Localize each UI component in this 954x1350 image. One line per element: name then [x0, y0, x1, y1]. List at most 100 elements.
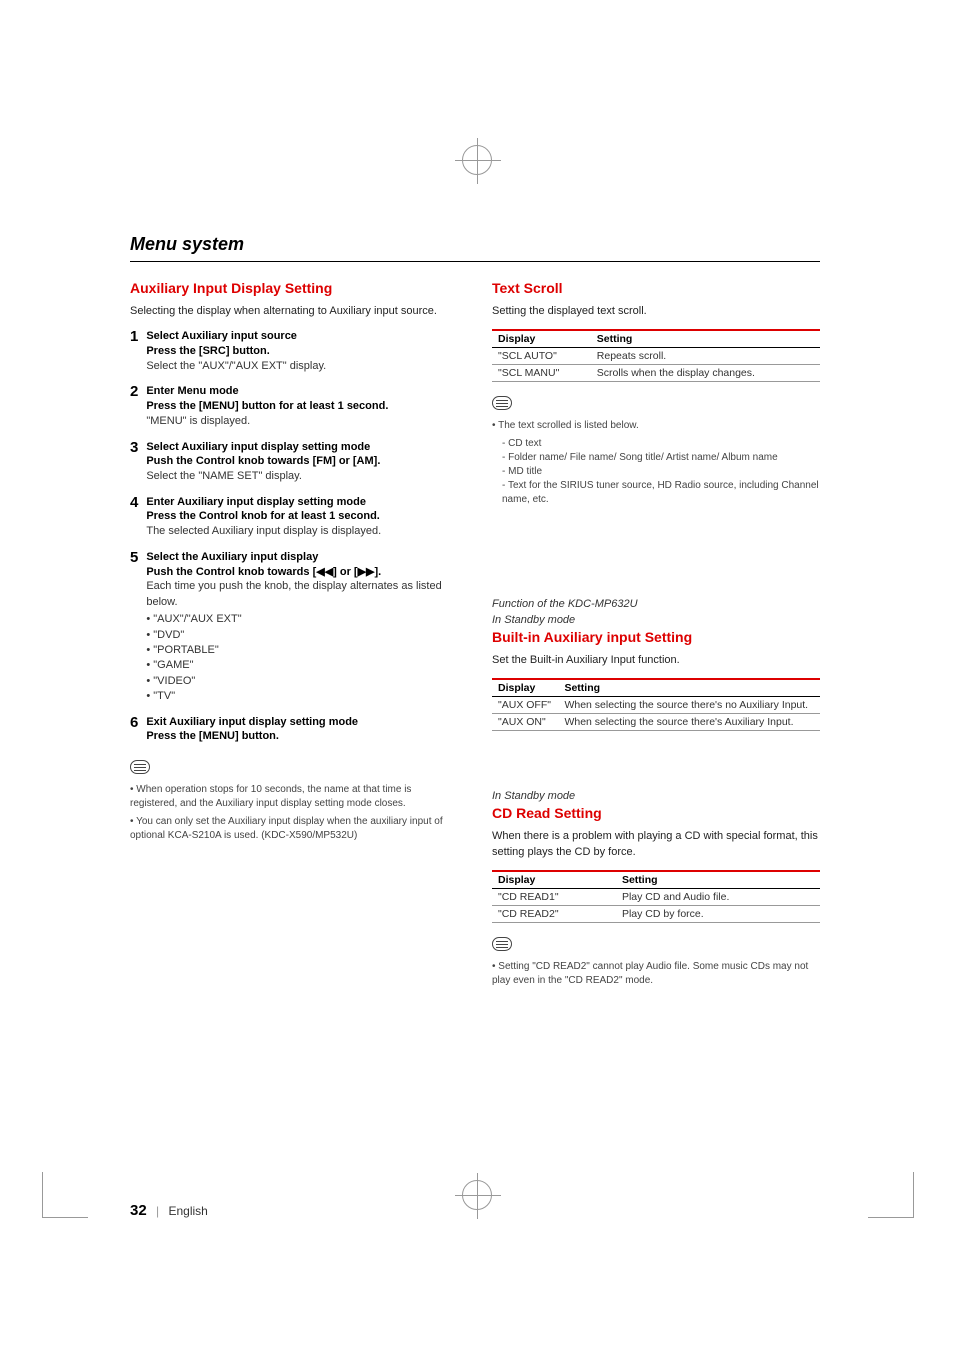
step-number: 5 [130, 550, 138, 705]
step-head: Enter Auxiliary input display setting mo… [146, 495, 458, 510]
page-footer: 32 | English [130, 1202, 208, 1219]
cell-setting: Scrolls when the display changes. [591, 365, 820, 382]
section-lead: Setting the displayed text scroll. [492, 304, 820, 319]
section-context: In Standby mode [492, 613, 820, 628]
step-head: Enter Menu mode [146, 384, 458, 399]
step-sub: Press the Control knob for at least 1 se… [146, 509, 458, 524]
step-sub: Press the [MENU] button. [146, 729, 458, 744]
note-icon [130, 760, 150, 774]
step-number: 6 [130, 715, 138, 745]
th-display: Display [492, 330, 591, 348]
section-context: In Standby mode [492, 789, 820, 804]
section-lead: Set the Built-in Auxiliary Input functio… [492, 653, 820, 668]
step-text: Select the "NAME SET" display. [146, 469, 458, 484]
step-5: 5 Select the Auxiliary input display Pus… [130, 550, 458, 705]
step-3: 3 Select Auxiliary input display setting… [130, 440, 458, 485]
cell-setting: When selecting the source there's no Aux… [558, 697, 820, 714]
step-head: Select Auxiliary input display setting m… [146, 440, 458, 455]
crop-corner-bl [42, 1172, 88, 1218]
step-number: 2 [130, 384, 138, 429]
step-text: Each time you push the knob, the display… [146, 579, 458, 610]
note-item: Setting "CD READ2" cannot play Audio fil… [492, 960, 820, 988]
section-lead: When there is a problem with playing a C… [492, 829, 820, 860]
step-6: 6 Exit Auxiliary input display setting m… [130, 715, 458, 745]
bullet-item: "DVD" [146, 628, 458, 643]
builtin-aux-table: Display Setting "AUX OFF" When selecting… [492, 678, 820, 731]
note-item: You can only set the Auxiliary input dis… [130, 815, 458, 843]
cell-setting: Play CD and Audio file. [616, 889, 820, 906]
cd-read-table: Display Setting "CD READ1" Play CD and A… [492, 870, 820, 923]
step-text: Select the "AUX"/"AUX EXT" display. [146, 359, 458, 374]
step-sub: Push the Control knob towards [FM] or [A… [146, 454, 458, 469]
section-title-builtin-aux: Built-in Auxiliary input Setting [492, 629, 820, 645]
cell-setting: Repeats scroll. [591, 348, 820, 365]
step-head: Select the Auxiliary input display [146, 550, 458, 565]
step-4: 4 Enter Auxiliary input display setting … [130, 495, 458, 540]
step-number: 3 [130, 440, 138, 485]
table-row: "AUX ON" When selecting the source there… [492, 714, 820, 731]
th-setting: Setting [616, 871, 820, 889]
step-text: The selected Auxiliary input display is … [146, 524, 458, 539]
step-number: 1 [130, 329, 138, 374]
note-subitem: Text for the SIRIUS tuner source, HD Rad… [492, 479, 820, 507]
footer-separator: | [156, 1204, 159, 1218]
step-number: 4 [130, 495, 138, 540]
step-head: Exit Auxiliary input display setting mod… [146, 715, 458, 730]
table-row: "CD READ2" Play CD by force. [492, 906, 820, 923]
note-subitem: Folder name/ File name/ Song title/ Arti… [492, 451, 820, 465]
table-row: "SCL MANU" Scrolls when the display chan… [492, 365, 820, 382]
table-row: "SCL AUTO" Repeats scroll. [492, 348, 820, 365]
page-rule [130, 261, 820, 262]
cell-display: "CD READ2" [492, 906, 616, 923]
th-setting: Setting [591, 330, 820, 348]
section-title-text-scroll: Text Scroll [492, 280, 820, 296]
step-bullets: "AUX"/"AUX EXT" "DVD" "PORTABLE" "GAME" … [146, 612, 458, 704]
text-scroll-table: Display Setting "SCL AUTO" Repeats scrol… [492, 329, 820, 382]
note-subitem: CD text [492, 437, 820, 451]
section-title-cd-read: CD Read Setting [492, 805, 820, 821]
cell-setting: When selecting the source there's Auxili… [558, 714, 820, 731]
cell-display: "CD READ1" [492, 889, 616, 906]
note-block: When operation stops for 10 seconds, the… [130, 783, 458, 843]
table-row: "CD READ1" Play CD and Audio file. [492, 889, 820, 906]
bullet-item: "VIDEO" [146, 674, 458, 689]
registration-mark-top [462, 145, 492, 175]
left-column: Auxiliary Input Display Setting Selectin… [130, 280, 458, 992]
bullet-item: "GAME" [146, 658, 458, 673]
th-display: Display [492, 871, 616, 889]
cell-display: "SCL AUTO" [492, 348, 591, 365]
note-icon [492, 937, 512, 951]
note-subitem: MD title [492, 465, 820, 479]
page-number: 32 [130, 1202, 147, 1219]
section-context: Function of the KDC-MP632U [492, 597, 820, 612]
note-block: The text scrolled is listed below. CD te… [492, 419, 820, 507]
cell-display: "AUX ON" [492, 714, 558, 731]
registration-mark-bottom [462, 1180, 492, 1210]
page-title: Menu system [130, 234, 820, 255]
right-column: Text Scroll Setting the displayed text s… [492, 280, 820, 992]
section-title-aux-display: Auxiliary Input Display Setting [130, 280, 458, 296]
step-2: 2 Enter Menu mode Press the [MENU] butto… [130, 384, 458, 429]
note-item: The text scrolled is listed below. [492, 419, 820, 433]
footer-lang: English [169, 1204, 208, 1218]
step-sub: Push the Control knob towards [◀◀] or [▶… [146, 565, 458, 580]
step-text: "MENU" is displayed. [146, 414, 458, 429]
bullet-item: "TV" [146, 689, 458, 704]
th-display: Display [492, 679, 558, 697]
section-lead: Selecting the display when alternating t… [130, 304, 458, 319]
bullet-item: "AUX"/"AUX EXT" [146, 612, 458, 627]
note-item: When operation stops for 10 seconds, the… [130, 783, 458, 811]
cell-display: "AUX OFF" [492, 697, 558, 714]
step-1: 1 Select Auxiliary input source Press th… [130, 329, 458, 374]
th-setting: Setting [558, 679, 820, 697]
note-icon [492, 396, 512, 410]
step-head: Select Auxiliary input source [146, 329, 458, 344]
step-sub: Press the [MENU] button for at least 1 s… [146, 399, 458, 414]
step-sub: Press the [SRC] button. [146, 344, 458, 359]
cell-setting: Play CD by force. [616, 906, 820, 923]
crop-corner-br [868, 1172, 914, 1218]
bullet-item: "PORTABLE" [146, 643, 458, 658]
cell-display: "SCL MANU" [492, 365, 591, 382]
table-row: "AUX OFF" When selecting the source ther… [492, 697, 820, 714]
note-block: Setting "CD READ2" cannot play Audio fil… [492, 960, 820, 988]
